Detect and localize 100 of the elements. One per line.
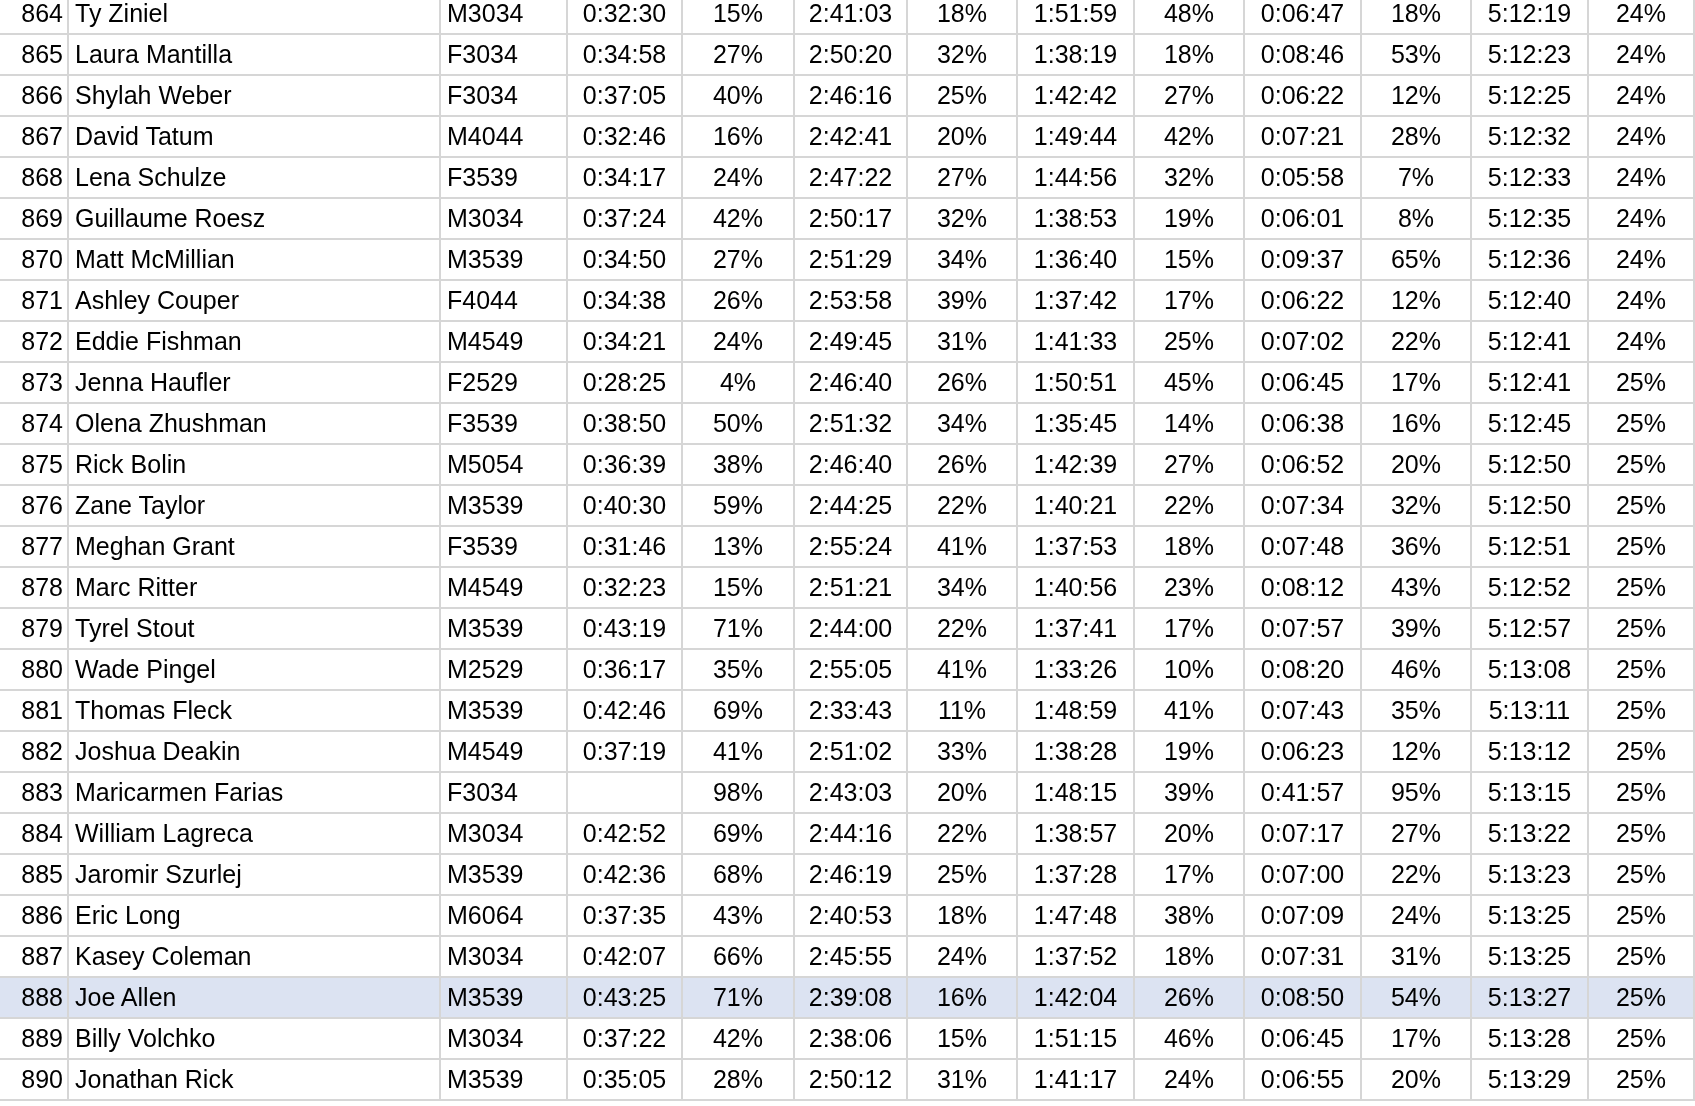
table-row[interactable]: 883 Maricarmen Farias F3034 98% 2:43:03 20% 1:48:15 39% 0:41:57 95% 5:13:15 25% [0, 773, 1695, 814]
table-row[interactable]: 888 Joe Allen M3539 0:43:25 71% 2:39:08 16% 1:42:04 26% 0:08:50 54% 5:13:27 25% [0, 978, 1695, 1019]
table-cell-text: 2:49:45 [808, 325, 893, 357]
table-cell-text: Ashley Couper [75, 284, 239, 316]
table-cell-text: Maricarmen Farias [75, 776, 284, 808]
table-cell-text: 22% [936, 817, 987, 849]
table-cell-text: 2:42:41 [808, 120, 893, 152]
table-cell-text: M3539 [447, 694, 524, 726]
table-cell-text: 7% [1397, 161, 1435, 193]
table-cell-text: Kasey Coleman [75, 940, 252, 972]
table-cell-text: F3539 [447, 161, 518, 193]
table-row[interactable]: 868 Lena Schulze F3539 0:34:17 24% 2:47:22 27% 1:44:56 32% 0:05:58 7% 5:12:33 24% [0, 158, 1695, 199]
table-row[interactable]: 867 David Tatum M4044 0:32:46 16% 2:42:41 20% 1:49:44 42% 0:07:21 28% 5:12:32 24% [0, 117, 1695, 158]
table-row[interactable]: 872 Eddie Fishman M4549 0:34:21 24% 2:49:45 31% 1:41:33 25% 0:07:02 22% 5:12:41 24% [0, 322, 1695, 363]
table-cell-text: 0:32:30 [582, 0, 667, 29]
table-cell-text: 1:38:53 [1033, 202, 1118, 234]
table-cell-text: 42% [1163, 120, 1214, 152]
table-cell-text: 22% [936, 612, 987, 644]
table-cell-text: 0:06:01 [1260, 202, 1345, 234]
table-row[interactable]: 880 Wade Pingel M2529 0:36:17 35% 2:55:05 41% 1:33:26 10% 0:08:20 46% 5:13:08 25% [0, 650, 1695, 691]
table-cell-text: 5:13:12 [1487, 735, 1572, 767]
table-row[interactable]: 871 Ashley Couper F4044 0:34:38 26% 2:53:58 39% 1:37:42 17% 0:06:22 12% 5:12:40 24% [0, 281, 1695, 322]
table-row[interactable]: 881 Thomas Fleck M3539 0:42:46 69% 2:33:43 11% 1:48:59 41% 0:07:43 35% 5:13:11 25% [0, 691, 1695, 732]
table-cell-text: 25% [936, 79, 987, 111]
table-cell-text: 36% [1390, 530, 1441, 562]
table-row[interactable]: 874 Olena Zhushman F3539 0:38:50 50% 2:51:32 34% 1:35:45 14% 0:06:38 16% 5:12:45 25% [0, 404, 1695, 445]
table-cell-text: 5:13:15 [1487, 776, 1572, 808]
table-cell-text: Olena Zhushman [75, 407, 267, 439]
table-row[interactable]: 865 Laura Mantilla F3034 0:34:58 27% 2:50:20 32% 1:38:19 18% 0:08:46 53% 5:12:23 24% [0, 35, 1695, 76]
table-cell-text: F3034 [447, 38, 518, 70]
table-cell-text: M4044 [447, 120, 524, 152]
table-cell-text: 1:38:57 [1033, 817, 1118, 849]
table-cell-text: 26% [936, 366, 987, 398]
table-cell-text: 31% [936, 1063, 987, 1095]
table-cell-text: 25% [1615, 858, 1666, 890]
table-cell-text: 18% [1163, 530, 1214, 562]
table-cell-text: 25% [1615, 940, 1666, 972]
table-row[interactable]: 876 Zane Taylor M3539 0:40:30 59% 2:44:25 22% 1:40:21 22% 0:07:34 32% 5:12:50 25% [0, 486, 1695, 527]
table-row[interactable]: 870 Matt McMillian M3539 0:34:50 27% 2:51:29 34% 1:36:40 15% 0:09:37 65% 5:12:36 24% [0, 240, 1695, 281]
table-cell-text: 1:36:40 [1033, 243, 1118, 275]
table-row[interactable]: 877 Meghan Grant F3539 0:31:46 13% 2:55:24 41% 1:37:53 18% 0:07:48 36% 5:12:51 25% [0, 527, 1695, 568]
table-row[interactable]: 885 Jaromir Szurlej M3539 0:42:36 68% 2:46:19 25% 1:37:28 17% 0:07:00 22% 5:13:23 25% [0, 855, 1695, 896]
table-row[interactable]: 866 Shylah Weber F3034 0:37:05 40% 2:46:16 25% 1:42:42 27% 0:06:22 12% 5:12:25 24% [0, 76, 1695, 117]
table-row[interactable]: 864 Ty Ziniel M3034 0:32:30 15% 2:41:03 18% 1:51:59 48% 0:06:47 18% 5:12:19 24% [0, 0, 1695, 35]
table-row[interactable]: 878 Marc Ritter M4549 0:32:23 15% 2:51:21 34% 1:40:56 23% 0:08:12 43% 5:12:52 25% [0, 568, 1695, 609]
table-cell-text: M5054 [447, 448, 524, 480]
table-cell-text: 876 [21, 489, 63, 521]
table-cell-text: 0:28:25 [582, 366, 667, 398]
table-cell-text: 2:44:00 [808, 612, 893, 644]
table-cell-text: 32% [936, 202, 987, 234]
table-cell-text: 25% [1615, 571, 1666, 603]
table-cell-text: 0:06:45 [1260, 366, 1345, 398]
table-cell-text: 882 [21, 735, 63, 767]
table-cell-text: 17% [1163, 612, 1214, 644]
table-row[interactable]: 882 Joshua Deakin M4549 0:37:19 41% 2:51:02 33% 1:38:28 19% 0:06:23 12% 5:13:12 25% [0, 732, 1695, 773]
table-cell-text: 2:46:16 [808, 79, 893, 111]
table-row[interactable]: 886 Eric Long M6064 0:37:35 43% 2:40:53 18% 1:47:48 38% 0:07:09 24% 5:13:25 25% [0, 896, 1695, 937]
table-cell-text: 24% [1615, 0, 1666, 29]
table-cell-text: M4549 [447, 571, 524, 603]
table-cell-text: 25% [1163, 325, 1214, 357]
table-cell-text: 17% [1163, 284, 1214, 316]
table-cell-text: 10% [1163, 653, 1214, 685]
table-cell-text: 1:37:28 [1033, 858, 1118, 890]
table-cell-text: 25% [1615, 530, 1666, 562]
table-cell-text: M3539 [447, 612, 524, 644]
table-row[interactable]: 869 Guillaume Roesz M3034 0:37:24 42% 2:50:17 32% 1:38:53 19% 0:06:01 8% 5:12:35 24% [0, 199, 1695, 240]
table-row[interactable]: 884 William Lagreca M3034 0:42:52 69% 2:44:16 22% 1:38:57 20% 0:07:17 27% 5:13:22 25% [0, 814, 1695, 855]
table-cell-text: 16% [936, 981, 987, 1013]
table-cell-text: Laura Mantilla [75, 38, 233, 70]
table-cell-text: 867 [21, 120, 63, 152]
table-cell-text: 0:40:30 [582, 489, 667, 521]
table-row[interactable]: 890 Jonathan Rick M3539 0:35:05 28% 2:50:12 31% 1:41:17 24% 0:06:55 20% 5:13:29 25% [0, 1060, 1695, 1101]
table-cell-text: 869 [21, 202, 63, 234]
table-row[interactable]: 889 Billy Volchko M3034 0:37:22 42% 2:38:06 15% 1:51:15 46% 0:06:45 17% 5:13:28 25% [0, 1019, 1695, 1060]
table-cell-text: 68% [712, 858, 763, 890]
table-cell-text: 5:12:52 [1487, 571, 1572, 603]
table-cell-text: 2:39:08 [808, 981, 893, 1013]
table-cell-text: 0:35:05 [582, 1063, 667, 1095]
table-cell-text: 25% [1615, 899, 1666, 931]
table-cell-text: 17% [1390, 366, 1441, 398]
table-cell-text: 0:07:48 [1260, 530, 1345, 562]
table-cell-text: 46% [1163, 1022, 1214, 1054]
table-cell-text: 33% [936, 735, 987, 767]
table-row[interactable]: 887 Kasey Coleman M3034 0:42:07 66% 2:45:55 24% 1:37:52 18% 0:07:31 31% 5:13:25 25% [0, 937, 1695, 978]
table-row[interactable]: 873 Jenna Haufler F2529 0:28:25 4% 2:46:40 26% 1:50:51 45% 0:06:45 17% 5:12:41 25% [0, 363, 1695, 404]
table-cell-text: 39% [936, 284, 987, 316]
table-cell-text: 0:34:38 [582, 284, 667, 316]
table-cell-text: 41% [936, 653, 987, 685]
table-cell-text: 25% [1615, 448, 1666, 480]
table-cell-text: 41% [936, 530, 987, 562]
table-row[interactable]: 879 Tyrel Stout M3539 0:43:19 71% 2:44:00 22% 1:37:41 17% 0:07:57 39% 5:12:57 25% [0, 609, 1695, 650]
table-cell-text: 879 [21, 612, 63, 644]
table-cell-text: F3539 [447, 530, 518, 562]
table-cell-text: 69% [712, 817, 763, 849]
table-cell-text: M3539 [447, 858, 524, 890]
table-cell-text: 0:06:23 [1260, 735, 1345, 767]
table-cell-text: 0:37:22 [582, 1022, 667, 1054]
table-cell-text: 888 [21, 981, 63, 1013]
table-row[interactable]: 875 Rick Bolin M5054 0:36:39 38% 2:46:40 26% 1:42:39 27% 0:06:52 20% 5:12:50 25% [0, 445, 1695, 486]
table-cell-text: 2:50:17 [808, 202, 893, 234]
